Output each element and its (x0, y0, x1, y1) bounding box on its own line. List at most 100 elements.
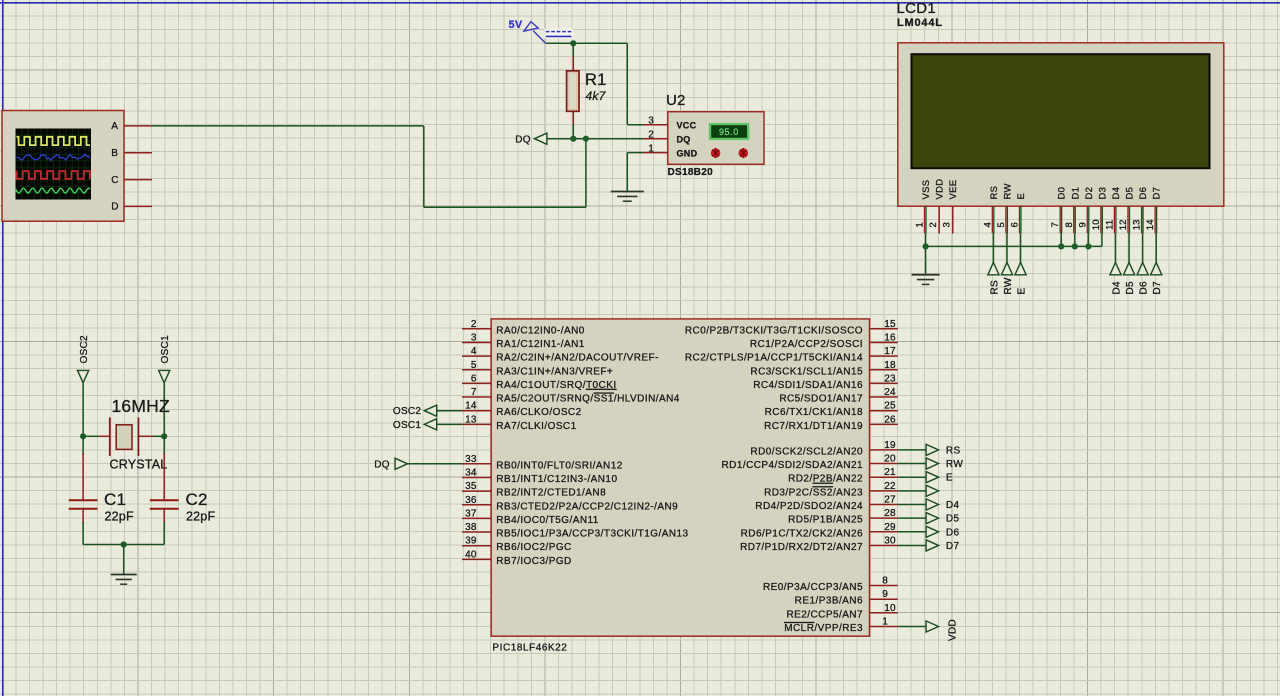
svg-text:RA2/C2IN+/AN2/DACOUT/VREF-: RA2/C2IN+/AN2/DACOUT/VREF- (496, 353, 659, 364)
svg-text:VSS: VSS (921, 180, 932, 200)
svg-text:D5: D5 (1125, 281, 1136, 295)
svg-text:9: 9 (1077, 222, 1088, 227)
svg-text:OSC2: OSC2 (393, 406, 422, 417)
svg-text:RC2/CTPLS/P1A/CCP1/T5CKI/AN14: RC2/CTPLS/P1A/CCP1/T5CKI/AN14 (685, 353, 863, 364)
svg-text:16MHZ: 16MHZ (112, 396, 170, 416)
svg-text:C2: C2 (186, 490, 208, 509)
svg-text:D5: D5 (946, 514, 960, 525)
svg-text:26: 26 (884, 414, 896, 425)
svg-text:RC1/P2A/CCP2/SOSCI: RC1/P2A/CCP2/SOSCI (750, 339, 863, 350)
svg-text:RC7/RX1/DT1/AN19: RC7/RX1/DT1/AN19 (764, 421, 863, 432)
svg-text:4k7: 4k7 (586, 89, 607, 103)
svg-text:13: 13 (1132, 219, 1143, 230)
svg-text:35: 35 (465, 481, 477, 492)
svg-text:21: 21 (884, 467, 896, 478)
svg-text:RA6/CLKO/OSC2: RA6/CLKO/OSC2 (496, 407, 581, 418)
svg-text:PIC18LF46K22: PIC18LF46K22 (492, 643, 567, 654)
svg-text:A: A (111, 121, 118, 132)
svg-text:DQ: DQ (677, 134, 691, 144)
svg-text:24: 24 (884, 387, 896, 398)
svg-text:RS: RS (989, 280, 1000, 295)
svg-text:RA1/C12IN1-/AN1: RA1/C12IN1-/AN1 (496, 339, 584, 350)
svg-text:10: 10 (884, 603, 896, 614)
svg-text:MCLR/VPP/RE3: MCLR/VPP/RE3 (784, 623, 863, 634)
svg-text:RB7/IOC3/PGD: RB7/IOC3/PGD (496, 556, 571, 567)
svg-text:C: C (111, 175, 118, 186)
svg-text:1: 1 (882, 617, 888, 628)
svg-text:17: 17 (884, 346, 896, 357)
svg-text:RB1/INT1/C12IN3-/AN10: RB1/INT1/C12IN3-/AN10 (496, 474, 617, 485)
svg-text:RS: RS (946, 445, 961, 456)
svg-text:VDD: VDD (948, 619, 959, 641)
svg-text:RE0/P3A/CCP3/AN5: RE0/P3A/CCP3/AN5 (763, 582, 863, 593)
svg-text:RB4/IOC0/T5G/AN11: RB4/IOC0/T5G/AN11 (496, 515, 599, 526)
svg-text:16: 16 (884, 332, 896, 343)
svg-text:7: 7 (1050, 222, 1061, 227)
svg-text:B: B (111, 148, 118, 159)
svg-text:5V: 5V (509, 19, 523, 31)
svg-text:RA7/CLKI/OSC1: RA7/CLKI/OSC1 (496, 421, 576, 432)
svg-text:27: 27 (884, 495, 896, 506)
svg-text:4: 4 (982, 222, 993, 227)
svg-text:RD3/P2C/SS2/AN23: RD3/P2C/SS2/AN23 (764, 487, 863, 498)
svg-text:GND: GND (677, 148, 698, 158)
svg-text:23: 23 (884, 373, 896, 384)
svg-text:7: 7 (471, 387, 477, 398)
svg-text:2: 2 (928, 222, 939, 227)
svg-text:6: 6 (1010, 222, 1021, 227)
svg-text:RA0/C12IN0-/AN0: RA0/C12IN0-/AN0 (496, 325, 584, 336)
svg-text:8: 8 (882, 576, 888, 587)
svg-text:14: 14 (1145, 219, 1156, 230)
svg-text:RC6/TX1/CK1/AN18: RC6/TX1/CK1/AN18 (765, 407, 863, 418)
svg-text:11: 11 (1105, 220, 1116, 230)
svg-text:RB6/IOC2/PGC: RB6/IOC2/PGC (496, 542, 571, 553)
svg-text:RB3/CTED2/P2A/CCP2/C12IN2-/AN9: RB3/CTED2/P2A/CCP2/C12IN2-/AN9 (496, 501, 678, 512)
svg-text:D2: D2 (1084, 187, 1095, 200)
svg-text:29: 29 (884, 522, 896, 533)
svg-text:DS18B20: DS18B20 (668, 167, 714, 178)
svg-text:13: 13 (465, 414, 477, 425)
svg-text:38: 38 (465, 522, 477, 533)
svg-text:RB5/IOC1/P3A/CCP3/T3CKI/T1G/AN: RB5/IOC1/P3A/CCP3/T3CKI/T1G/AN13 (496, 529, 688, 540)
svg-text:40: 40 (465, 549, 477, 560)
svg-text:E: E (1016, 288, 1027, 295)
svg-text:28: 28 (884, 508, 896, 519)
svg-text:VCC: VCC (677, 120, 697, 130)
svg-text:D3: D3 (1097, 187, 1108, 200)
svg-text:15: 15 (884, 319, 896, 330)
svg-text:10: 10 (1091, 219, 1102, 230)
svg-text:12: 12 (1118, 219, 1129, 230)
svg-text:RB2/INT2/CTED1/AN8: RB2/INT2/CTED1/AN8 (496, 488, 606, 499)
svg-text:OSC1: OSC1 (160, 335, 171, 364)
svg-text:VDD: VDD (935, 179, 946, 200)
svg-text:DQ: DQ (374, 459, 390, 470)
svg-text:OSC2: OSC2 (79, 335, 90, 364)
svg-text:RD4/P2D/SDO2/AN24: RD4/P2D/SDO2/AN24 (755, 501, 863, 512)
svg-text:D6: D6 (1138, 187, 1149, 200)
svg-text:RC3/SCK1/SCL1/AN15: RC3/SCK1/SCL1/AN15 (750, 366, 863, 377)
svg-text:RC4/SDI1/SDA1/AN16: RC4/SDI1/SDA1/AN16 (753, 380, 863, 391)
svg-text:RC5/SDO1/AN17: RC5/SDO1/AN17 (779, 394, 863, 405)
svg-text:3: 3 (471, 332, 477, 343)
svg-text:C1: C1 (104, 490, 126, 509)
svg-text:D6: D6 (946, 527, 960, 538)
svg-text:1: 1 (915, 222, 926, 227)
svg-text:RC0/P2B/T3CKI/T3G/T1CKI/SOSCO: RC0/P2B/T3CKI/T3G/T1CKI/SOSCO (685, 325, 863, 336)
svg-text:22pF: 22pF (186, 509, 215, 523)
svg-text:LCD1: LCD1 (897, 0, 937, 17)
svg-text:E: E (1016, 193, 1027, 200)
svg-text:RA3/C1IN+/AN3/VREF+: RA3/C1IN+/AN3/VREF+ (496, 366, 613, 377)
svg-text:RD7/P1D/RX2/DT2/AN27: RD7/P1D/RX2/DT2/AN27 (740, 542, 863, 553)
svg-text:1: 1 (648, 143, 654, 154)
svg-text:30: 30 (884, 535, 896, 546)
svg-text:22: 22 (884, 481, 896, 492)
svg-text:RD0/SCK2/SCL2/AN20: RD0/SCK2/SCL2/AN20 (750, 446, 863, 457)
svg-text:RW: RW (946, 459, 963, 470)
svg-text:RB0/INT0/FLT0/SRI/AN12: RB0/INT0/FLT0/SRI/AN12 (496, 460, 622, 471)
svg-text:D4: D4 (946, 500, 960, 511)
svg-text:DQ: DQ (515, 134, 531, 145)
svg-text:D7: D7 (946, 541, 960, 552)
svg-text:D5: D5 (1125, 187, 1136, 200)
svg-text:U2: U2 (666, 92, 686, 109)
svg-text:D0: D0 (1057, 187, 1068, 200)
